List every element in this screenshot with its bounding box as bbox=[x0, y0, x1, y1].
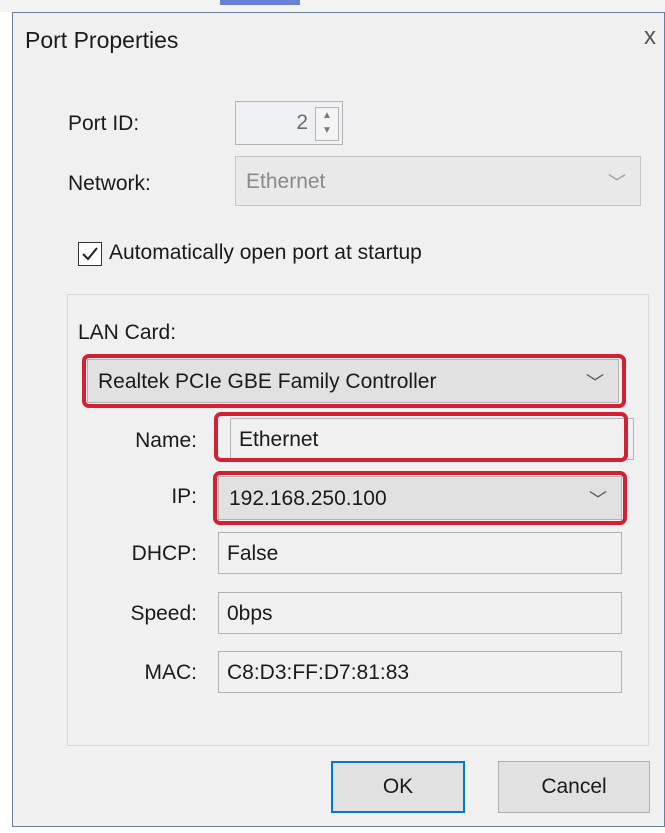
dialog-title: Port Properties bbox=[25, 27, 179, 53]
chevron-down-icon: ﹀ bbox=[586, 373, 604, 393]
port-properties-dialog: Port Properties x Port ID: 2 ▲ ▼ Network… bbox=[12, 12, 665, 827]
name-field[interactable]: Ethernet bbox=[230, 418, 634, 460]
lan-card-dropdown[interactable]: Realtek PCIe GBE Family Controller ﹀ bbox=[87, 359, 619, 403]
dhcp-label: DHCP: bbox=[131, 542, 197, 565]
spinner-up-icon[interactable]: ▲ bbox=[316, 108, 338, 124]
checkmark-icon bbox=[82, 247, 98, 261]
mac-label: MAC: bbox=[144, 661, 198, 684]
network-dropdown[interactable]: Ethernet ﹀ bbox=[235, 156, 641, 206]
close-icon[interactable]: x bbox=[644, 25, 656, 49]
speed-field[interactable]: 0bps bbox=[218, 592, 622, 634]
auto-open-label[interactable]: Automatically open port at startup bbox=[109, 241, 422, 265]
speed-value: 0bps bbox=[227, 602, 273, 625]
ip-value: 192.168.250.100 bbox=[229, 487, 387, 510]
background-window-edge bbox=[0, 0, 665, 12]
lan-card-value: Realtek PCIe GBE Family Controller bbox=[98, 370, 437, 393]
port-id-spinner[interactable]: 2 ▲ ▼ bbox=[235, 101, 343, 145]
speed-label: Speed: bbox=[130, 602, 197, 625]
network-value: Ethernet bbox=[246, 170, 326, 193]
auto-open-checkbox[interactable] bbox=[78, 242, 102, 266]
ip-label: IP: bbox=[171, 485, 197, 508]
dhcp-field[interactable]: False bbox=[218, 532, 622, 574]
network-label: Network: bbox=[68, 172, 151, 195]
spinner-buttons: ▲ ▼ bbox=[315, 107, 339, 141]
dhcp-value: False bbox=[227, 542, 279, 565]
ok-button[interactable]: OK bbox=[331, 761, 465, 813]
mac-value: C8:D3:FF:D7:81:83 bbox=[227, 661, 410, 684]
port-id-value: 2 bbox=[296, 111, 308, 134]
background-window-mark bbox=[220, 0, 300, 5]
spinner-down-icon[interactable]: ▼ bbox=[316, 123, 338, 139]
chevron-down-icon: ﹀ bbox=[589, 490, 607, 510]
lan-card-label: LAN Card: bbox=[78, 321, 177, 344]
title-bar[interactable]: Port Properties x bbox=[13, 13, 664, 65]
name-label: Name: bbox=[135, 429, 197, 452]
cancel-button[interactable]: Cancel bbox=[498, 761, 650, 813]
ip-dropdown[interactable]: 192.168.250.100 ﹀ bbox=[218, 476, 622, 520]
mac-field[interactable]: C8:D3:FF:D7:81:83 bbox=[218, 651, 622, 693]
port-id-label: Port ID: bbox=[68, 112, 140, 135]
name-value: Ethernet bbox=[239, 428, 319, 451]
chevron-down-icon: ﹀ bbox=[608, 173, 626, 193]
